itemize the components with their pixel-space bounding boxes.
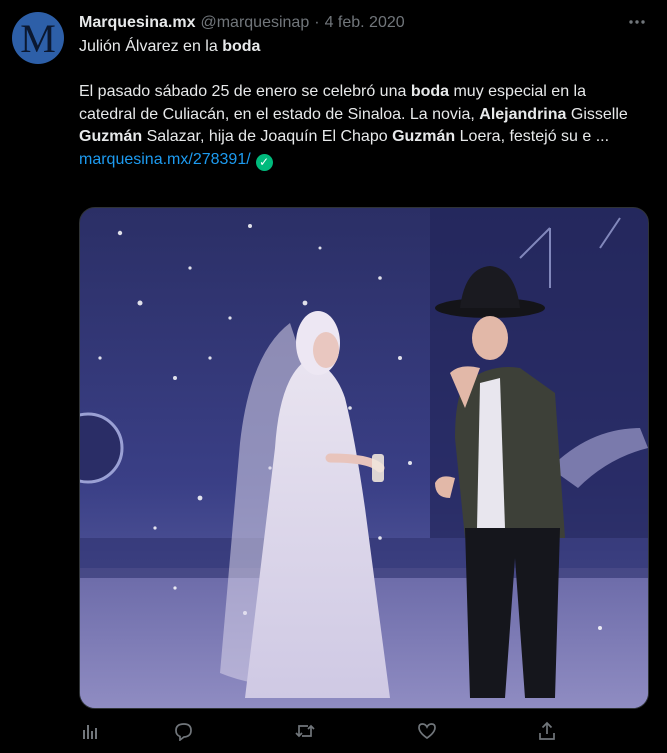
separator: ·	[314, 14, 320, 31]
like-icon[interactable]	[416, 720, 438, 742]
avatar-letter: M	[20, 16, 56, 61]
tweet-text: Julión Álvarez en la boda El pasado sába…	[79, 36, 645, 171]
reply-icon[interactable]	[173, 720, 195, 742]
tweet-actions	[79, 720, 559, 746]
more-options-icon[interactable]	[627, 12, 647, 35]
tweet-link[interactable]: marquesina.mx/278391/	[79, 151, 251, 168]
tweet-body: El pasado sábado 25 de enero se celebró …	[79, 83, 628, 145]
tweet-header: Marquesina.mx @marquesinap · 4 feb. 2020	[79, 12, 655, 34]
tweet-date[interactable]: 4 feb. 2020	[325, 14, 405, 32]
avatar[interactable]: M	[12, 12, 64, 64]
analytics-icon[interactable]	[79, 720, 101, 742]
retweet-icon[interactable]	[294, 720, 316, 742]
share-icon[interactable]	[536, 720, 558, 742]
photo-image	[80, 208, 648, 708]
verified-check-icon: ✓	[255, 153, 273, 171]
author-handle[interactable]: @marquesinap	[200, 14, 309, 32]
tweet-title: Julión Álvarez en la boda	[79, 38, 261, 55]
author-name[interactable]: Marquesina.mx	[79, 14, 195, 32]
tweet-photo[interactable]	[79, 207, 649, 709]
tweet: M Marquesina.mx @marquesinap · 4 feb. 20…	[0, 0, 667, 753]
